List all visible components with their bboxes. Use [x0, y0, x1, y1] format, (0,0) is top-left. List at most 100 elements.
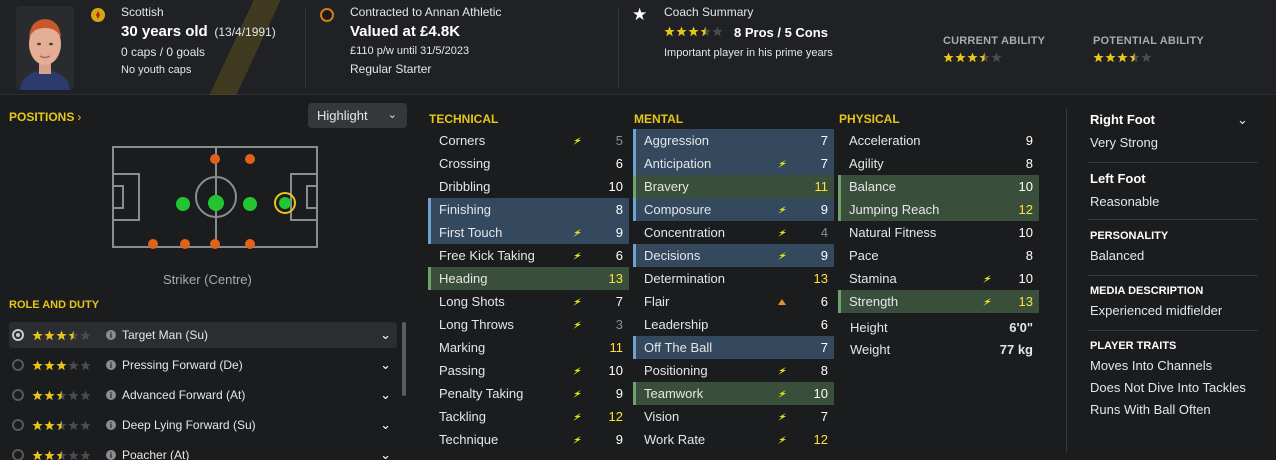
radio-icon[interactable]	[12, 359, 24, 371]
chevron-down-icon[interactable]: ⌄	[380, 327, 391, 343]
info-icon[interactable]: i	[106, 450, 116, 460]
attribute-name: Vision	[644, 409, 680, 424]
role-row[interactable]: i Advanced Forward (At) ⌄	[9, 382, 397, 408]
attribute-row-off-the-ball[interactable]: Off The Ball 7	[633, 336, 834, 359]
attribute-row-long-shots[interactable]: Long Shots 7	[428, 290, 629, 313]
right-foot-block[interactable]: Right Foot Very Strong	[1090, 112, 1158, 150]
attribute-value: 9	[820, 202, 828, 217]
attribute-row-vision[interactable]: Vision 7	[633, 405, 834, 428]
star-icon	[712, 26, 723, 37]
star-icon	[664, 26, 675, 37]
role-row[interactable]: i Deep Lying Forward (Su) ⌄	[9, 412, 397, 438]
attribute-row-acceleration[interactable]: Acceleration 9	[838, 129, 1039, 152]
attribute-row-first-touch[interactable]: First Touch 9	[428, 221, 629, 244]
chevron-down-icon[interactable]: ⌄	[380, 447, 391, 460]
attribute-row-leadership[interactable]: Leadership 6	[633, 313, 834, 336]
info-icon[interactable]: i	[106, 330, 116, 340]
attribute-row-teamwork[interactable]: Teamwork 10	[633, 382, 834, 405]
attribute-row-corners[interactable]: Corners 5	[428, 129, 629, 152]
attribute-row-technique[interactable]: Technique 9	[428, 428, 629, 451]
attribute-row-tackling[interactable]: Tackling 12	[428, 405, 629, 428]
chevron-down-icon[interactable]: ⌄	[380, 357, 391, 373]
coach-summary-title[interactable]: Coach Summary	[664, 5, 833, 19]
attribute-name: Penalty Taking	[439, 386, 524, 401]
position-dot-am-left[interactable]	[210, 154, 220, 164]
positions-header[interactable]: POSITIONS ›	[9, 110, 81, 124]
trait-item[interactable]: Moves Into Channels	[1090, 358, 1246, 373]
attribute-row-free-kick-taking[interactable]: Free Kick Taking 6	[428, 244, 629, 267]
arrow-placeholder	[981, 250, 993, 262]
star-icon	[56, 360, 67, 371]
radio-icon[interactable]	[12, 419, 24, 431]
caps-goals: 0 caps / 0 goals	[121, 45, 206, 59]
decline-arrow-icon	[776, 296, 788, 308]
star-icon	[68, 360, 79, 371]
chevron-down-icon[interactable]: ⌄	[1237, 112, 1248, 128]
position-dot-am-right[interactable]	[245, 154, 255, 164]
star-icon	[32, 420, 43, 431]
attribute-row-finishing[interactable]: Finishing 8	[428, 198, 629, 221]
role-list-scrollbar[interactable]	[402, 322, 406, 396]
attribute-row-composure[interactable]: Composure 9	[633, 198, 834, 221]
coach-note: Important player in his prime years	[664, 47, 833, 59]
attribute-value: 6	[615, 156, 623, 171]
attribute-row-penalty-taking[interactable]: Penalty Taking 9	[428, 382, 629, 405]
position-dot-d-right[interactable]	[245, 239, 255, 249]
radio-icon[interactable]	[12, 389, 24, 401]
arrow-placeholder	[571, 204, 583, 216]
radio-icon[interactable]	[12, 329, 24, 341]
trait-item[interactable]: Does Not Dive Into Tackles	[1090, 380, 1246, 395]
role-row[interactable]: i Target Man (Su) ⌄	[9, 322, 397, 348]
attribute-row-passing[interactable]: Passing 10	[428, 359, 629, 382]
attribute-name: Natural Fitness	[849, 225, 937, 240]
position-dot-dm[interactable]	[176, 197, 190, 211]
attribute-row-stamina[interactable]: Stamina 10	[838, 267, 1039, 290]
attribute-row-decisions[interactable]: Decisions 9	[633, 244, 834, 267]
highlight-dropdown[interactable]: Highlight ⌄	[308, 103, 407, 128]
attribute-row-determination[interactable]: Determination 13	[633, 267, 834, 290]
attribute-row-pace[interactable]: Pace 8	[838, 244, 1039, 267]
attribute-row-long-throws[interactable]: Long Throws 3	[428, 313, 629, 336]
nationality: Scottish	[121, 5, 164, 19]
attribute-row-concentration[interactable]: Concentration 4	[633, 221, 834, 244]
progress-arrow-icon	[571, 411, 583, 423]
progress-arrow-icon	[571, 227, 583, 239]
attribute-name: Jumping Reach	[849, 202, 940, 217]
trait-item[interactable]: Runs With Ball Often	[1090, 402, 1246, 417]
position-dot-cm[interactable]	[208, 195, 224, 211]
attribute-row-balance[interactable]: Balance 10	[838, 175, 1039, 198]
info-icon[interactable]: i	[106, 360, 116, 370]
radio-icon[interactable]	[12, 449, 24, 460]
attribute-row-jumping-reach[interactable]: Jumping Reach 12	[838, 198, 1039, 221]
attribute-row-natural-fitness[interactable]: Natural Fitness 10	[838, 221, 1039, 244]
attribute-row-bravery[interactable]: Bravery 11	[633, 175, 834, 198]
attribute-row-strength[interactable]: Strength 13	[838, 290, 1039, 313]
position-dot-d-cr[interactable]	[210, 239, 220, 249]
attribute-row-aggression[interactable]: Aggression 7	[633, 129, 834, 152]
attribute-row-anticipation[interactable]: Anticipation 7	[633, 152, 834, 175]
attribute-value: 11	[814, 179, 829, 194]
position-dot-d-cl[interactable]	[180, 239, 190, 249]
attribute-row-marking[interactable]: Marking 11	[428, 336, 629, 359]
info-icon[interactable]: i	[106, 420, 116, 430]
attribute-row-crossing[interactable]: Crossing 6	[428, 152, 629, 175]
attribute-row-heading[interactable]: Heading 13	[428, 267, 629, 290]
star-icon	[1141, 52, 1152, 63]
position-dot-d-left[interactable]	[148, 239, 158, 249]
attribute-row-agility[interactable]: Agility 8	[838, 152, 1039, 175]
chevron-down-icon[interactable]: ⌄	[380, 417, 391, 433]
chevron-down-icon[interactable]: ⌄	[380, 387, 391, 403]
info-icon[interactable]: i	[106, 390, 116, 400]
attribute-row-flair[interactable]: Flair 6	[633, 290, 834, 313]
star-icon	[1105, 52, 1116, 63]
attribute-name: Corners	[439, 133, 486, 148]
position-dot-amc[interactable]	[243, 197, 257, 211]
role-row[interactable]: i Poacher (At) ⌄	[9, 442, 397, 460]
star-icon	[56, 450, 67, 460]
attribute-row-dribbling[interactable]: Dribbling 10	[428, 175, 629, 198]
star-icon	[80, 330, 91, 341]
attribute-row-work-rate[interactable]: Work Rate 12	[633, 428, 834, 451]
attribute-row-positioning[interactable]: Positioning 8	[633, 359, 834, 382]
role-row[interactable]: i Pressing Forward (De) ⌄	[9, 352, 397, 378]
contract-club[interactable]: Contracted to Annan Athletic	[350, 5, 501, 19]
